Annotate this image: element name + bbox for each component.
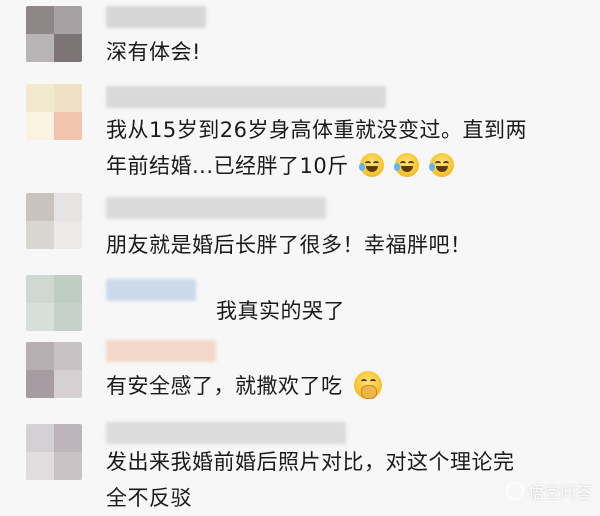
comment-item: 有安全感了，就撒欢了吃 xyxy=(0,336,600,419)
comment-text: 有安全感了，就撒欢了吃 xyxy=(106,368,560,404)
avatar[interactable] xyxy=(26,193,82,249)
laughing-crying-emoji-icon xyxy=(358,153,384,177)
avatar[interactable] xyxy=(26,342,82,398)
comment-item: 深有体会! xyxy=(0,0,600,79)
laughing-crying-emoji-icon xyxy=(429,153,455,177)
comment-line: 全不反驳 xyxy=(106,486,192,510)
avatar[interactable] xyxy=(26,84,82,140)
comment-line: 年前结婚...已经胖了10斤 xyxy=(106,154,349,178)
laughing-crying-emoji-icon xyxy=(394,153,420,177)
comment-item: 我真实的哭了 xyxy=(0,271,600,337)
comment-line: 有安全感了，就撒欢了吃 xyxy=(106,374,343,398)
comment-item: 我从15岁到26岁身高体重就没变过。直到两 年前结婚...已经胖了10斤 xyxy=(0,78,600,184)
comment-text: 朋友就是婚后长胖了很多！幸福胖吧！ xyxy=(106,233,472,257)
comment-text: 深有体会! xyxy=(106,40,201,64)
username-blurred[interactable] xyxy=(106,197,326,219)
username-blurred[interactable] xyxy=(106,279,196,301)
watermark-text: 悟空问答 xyxy=(527,483,592,502)
avatar[interactable] xyxy=(26,6,82,62)
watermark: 悟空问答 xyxy=(505,479,592,503)
avatar[interactable] xyxy=(26,275,82,331)
hush-emoji-icon xyxy=(353,371,382,399)
username-blurred[interactable] xyxy=(106,86,386,108)
comment-text: 发出来我婚前婚后照片对比，对这个理论完 全不反驳 xyxy=(106,444,560,516)
comment-line: 我从15岁到26岁身高体重就没变过。直到两 xyxy=(106,118,527,142)
avatar[interactable] xyxy=(26,424,82,480)
comment-text: 我真实的哭了 xyxy=(216,299,345,323)
wukong-logo-icon xyxy=(505,482,524,500)
comment-item: 朋友就是婚后长胖了很多！幸福胖吧！ xyxy=(0,183,600,272)
comment-text: 我从15岁到26岁身高体重就没变过。直到两 年前结婚...已经胖了10斤 xyxy=(106,112,560,184)
username-blurred[interactable] xyxy=(106,422,346,444)
comment-line: 发出来我婚前婚后照片对比，对这个理论完 xyxy=(106,450,515,474)
username-blurred[interactable] xyxy=(106,340,216,362)
comment-line-with-emoji: 年前结婚...已经胖了10斤 xyxy=(106,148,560,184)
username-blurred[interactable] xyxy=(106,6,206,28)
